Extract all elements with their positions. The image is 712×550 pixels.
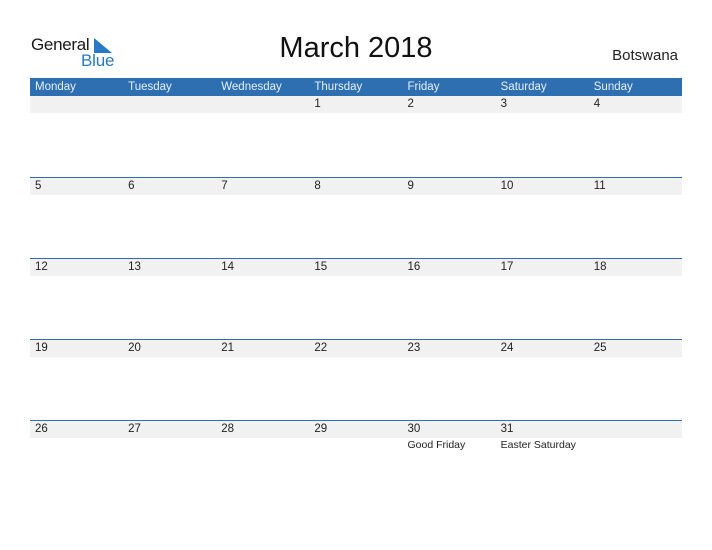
week-row: 12 13 14 15 16 17 18 (30, 258, 682, 339)
day-number: 18 (593, 261, 607, 273)
week-row: 26 27 28 29 30 31 Good Friday Easter Saturday (30, 420, 682, 501)
week-row: 5 6 7 8 9 10 11 (30, 177, 682, 258)
day-number (589, 421, 682, 438)
weekday-sunday: Sunday (593, 81, 633, 93)
events-row: Good Friday Easter Saturday (30, 438, 682, 453)
day-number: 14 (221, 261, 235, 273)
day-number: 3 (500, 98, 508, 110)
holiday-label (216, 438, 309, 453)
holiday-label (589, 438, 682, 453)
day-number: 16 (407, 261, 421, 273)
country-label: Botswana (612, 47, 678, 64)
holiday-label (30, 438, 123, 453)
holiday-label (123, 438, 216, 453)
day-number: 26 (35, 423, 48, 435)
day-number: 1 (314, 98, 321, 110)
day-number: 21 (221, 342, 235, 354)
weekday-wednesday: Wednesday (221, 81, 282, 93)
day-number: 11 (593, 180, 606, 192)
day-number: 25 (593, 342, 607, 354)
day-number (30, 96, 123, 113)
day-number: 7 (221, 180, 228, 192)
date-strip: 12 13 14 15 16 17 18 (30, 259, 682, 276)
day-number: 2 (407, 98, 414, 110)
day-number: 19 (35, 342, 48, 354)
day-number: 31 (500, 423, 514, 435)
day-number: 28 (221, 423, 235, 435)
date-strip: 19 20 21 22 23 24 25 (30, 340, 682, 357)
day-number: 15 (314, 261, 328, 273)
weekday-tuesday: Tuesday (128, 81, 172, 93)
holiday-label: Easter Saturday (500, 439, 576, 451)
day-number: 4 (593, 98, 601, 110)
day-number: 27 (128, 423, 141, 435)
day-number: 30 (407, 423, 421, 435)
week-row: 19 20 21 22 23 24 25 (30, 339, 682, 420)
holiday-label: Good Friday (407, 439, 466, 451)
day-number (123, 96, 216, 113)
calendar-grid: Monday Tuesday Wednesday Thursday Friday… (30, 78, 682, 501)
day-number: 24 (500, 342, 514, 354)
day-number: 23 (407, 342, 421, 354)
day-number: 6 (128, 180, 135, 192)
holiday-label (309, 438, 402, 453)
weekday-monday: Monday (35, 81, 76, 93)
day-number: 10 (500, 180, 514, 192)
weekday-header: Monday Tuesday Wednesday Thursday Friday… (30, 78, 682, 96)
day-number (216, 96, 309, 113)
calendar-title: March 2018 (279, 32, 433, 64)
week-row: 1 2 3 4 (30, 96, 682, 177)
day-number: 13 (128, 261, 141, 273)
day-number: 9 (407, 180, 414, 192)
day-number: 29 (314, 423, 328, 435)
day-number: 5 (35, 180, 42, 192)
weekday-friday: Friday (407, 81, 440, 93)
day-number: 20 (128, 342, 141, 354)
weekday-thursday: Thursday (314, 81, 363, 93)
weekday-saturday: Saturday (500, 81, 547, 93)
day-number: 8 (314, 180, 321, 192)
day-number: 17 (500, 261, 514, 273)
date-strip: 5 6 7 8 9 10 11 (30, 178, 682, 195)
day-number: 12 (35, 261, 48, 273)
date-strip: 1 2 3 4 (30, 96, 682, 113)
date-strip: 26 27 28 29 30 31 (30, 421, 682, 438)
day-number: 22 (314, 342, 328, 354)
